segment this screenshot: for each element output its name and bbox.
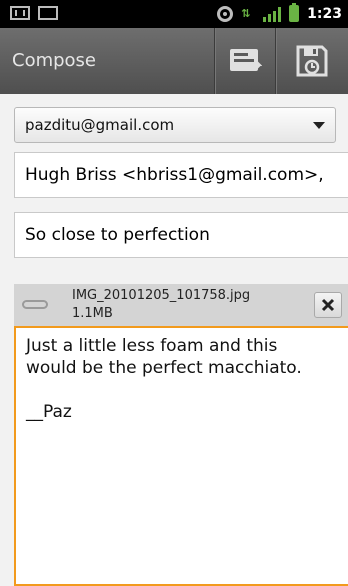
battery-icon — [289, 3, 300, 22]
signal-icon — [263, 6, 282, 22]
clock: 1:23 — [307, 5, 342, 22]
send-button[interactable] — [215, 28, 275, 94]
send-icon — [230, 49, 262, 71]
to-field[interactable]: Hugh Briss <hbriss1@gmail.com>, — [14, 152, 348, 198]
close-icon — [321, 298, 335, 312]
body-line: would be the perfect macchiato. — [26, 358, 302, 378]
from-account-value: pazditu@gmail.com — [25, 116, 175, 134]
attachment-size: 1.1MB — [72, 306, 113, 321]
remove-attachment-button[interactable] — [314, 292, 342, 318]
paperclip-icon — [22, 300, 48, 309]
save-draft-button[interactable] — [282, 28, 342, 94]
body-line: Just a little less foam and this — [26, 336, 278, 356]
to-recipients: Hugh Briss <hbriss1@gmail.com>, — [25, 165, 324, 185]
attachment-filename: IMG_20101205_101758.jpg — [72, 288, 251, 303]
attachment-item: IMG_20101205_101758.jpg 1.1MB — [14, 284, 348, 326]
title-bar: Compose — [0, 28, 348, 94]
subject-value: So close to perfection — [25, 225, 210, 245]
gmail-notification-icon — [10, 6, 30, 20]
data-icon: ⇅ — [241, 6, 251, 20]
page-title: Compose — [12, 50, 97, 71]
status-bar: ⇅ 1:23 — [0, 0, 348, 28]
chevron-down-icon — [313, 122, 325, 129]
message-body-field[interactable]: Just a little less foam and this would b… — [14, 326, 348, 586]
gps-icon — [217, 5, 234, 22]
subject-field[interactable]: So close to perfection — [14, 212, 348, 258]
divider — [275, 28, 276, 94]
system-status-area: ⇅ 1:23 — [217, 3, 342, 22]
notification-area — [10, 6, 58, 20]
from-account-select[interactable]: pazditu@gmail.com — [14, 107, 336, 143]
body-signature: __Paz — [26, 402, 72, 422]
calendar-notification-icon — [38, 6, 58, 20]
save-draft-icon — [296, 45, 328, 77]
